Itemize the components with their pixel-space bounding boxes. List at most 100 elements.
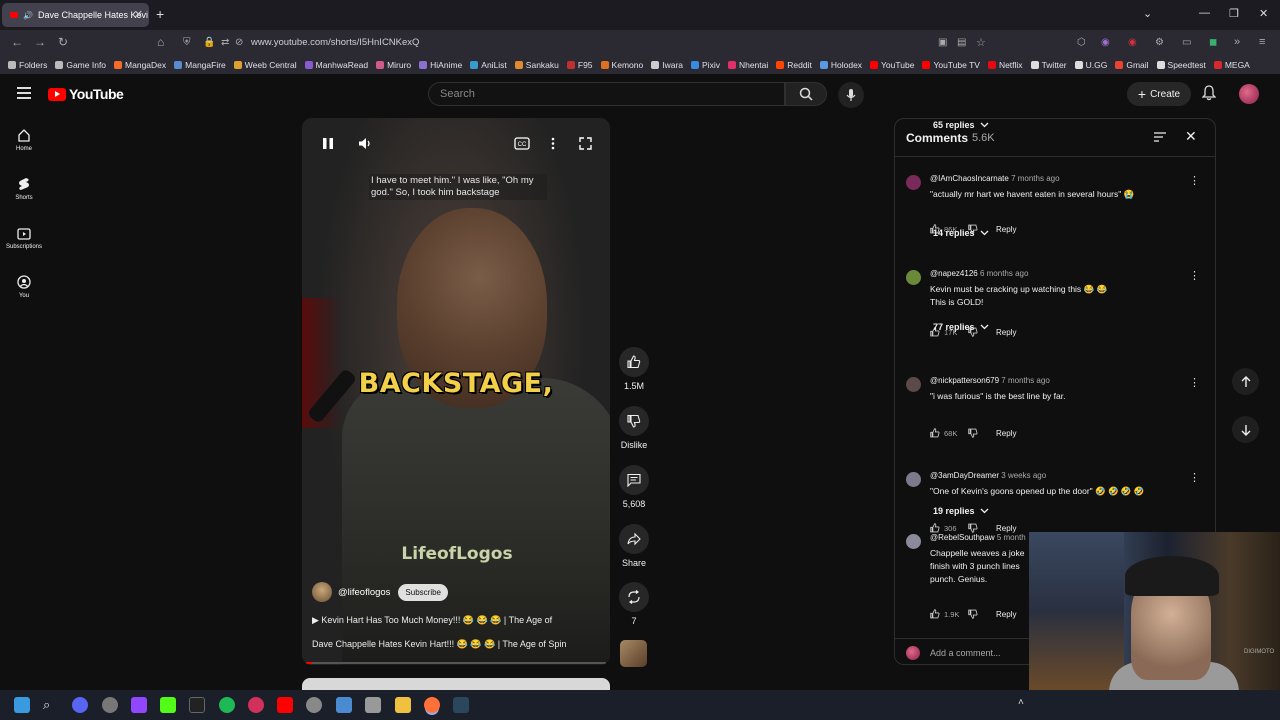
- search-button[interactable]: [785, 82, 827, 106]
- extension-2-icon[interactable]: ◉: [1128, 37, 1137, 48]
- bookmark-item[interactable]: YouTube TV: [922, 60, 980, 70]
- taskbar-app-icon[interactable]: [102, 697, 118, 713]
- file-explorer-icon[interactable]: [395, 697, 411, 713]
- bookmark-item[interactable]: HiAnime: [419, 60, 462, 70]
- share-button[interactable]: Share: [619, 524, 649, 568]
- bookmark-item[interactable]: U.GG: [1074, 60, 1107, 70]
- thumbs-up-icon[interactable]: [930, 609, 940, 619]
- dislike-button[interactable]: Dislike: [615, 406, 653, 450]
- taskbar-search-icon[interactable]: ⌕: [43, 697, 59, 713]
- reply-button[interactable]: Reply: [996, 328, 1016, 337]
- bookmark-item[interactable]: YouTube: [870, 60, 914, 70]
- taskbar-app-2-icon[interactable]: [248, 697, 264, 713]
- youtube-taskbar-icon[interactable]: [277, 697, 293, 713]
- bookmark-item[interactable]: Kemono: [600, 60, 643, 70]
- thumbs-up-icon[interactable]: [930, 523, 940, 533]
- forward-icon[interactable]: →: [34, 35, 46, 49]
- reply-button[interactable]: Reply: [996, 429, 1016, 438]
- add-comment-input[interactable]: Add a comment...: [930, 648, 1001, 658]
- bookmark-item[interactable]: Netflix: [987, 60, 1023, 70]
- start-icon[interactable]: [14, 697, 30, 713]
- firefox-icon[interactable]: [424, 697, 440, 713]
- video-title-line-2[interactable]: Dave Chappelle Hates Kevin Hart!!! 😂 😂 😂…: [312, 639, 566, 650]
- youtube-logo[interactable]: YouTube: [48, 86, 124, 102]
- reader-view-icon[interactable]: ▤: [957, 37, 966, 48]
- comment-author[interactable]: @nickpatterson679 7 months ago: [930, 376, 1050, 385]
- extension-1-icon[interactable]: ◉: [1101, 37, 1110, 48]
- discord-icon[interactable]: [72, 697, 88, 713]
- bookmark-item[interactable]: AniList: [470, 60, 507, 70]
- sound-thumbnail[interactable]: [620, 640, 647, 667]
- thumbs-up-icon[interactable]: [930, 428, 940, 438]
- bookmark-item[interactable]: F95: [566, 60, 593, 70]
- twitch-icon[interactable]: [131, 697, 147, 713]
- comment-author[interactable]: @napez4126 6 months ago: [930, 269, 1028, 278]
- shorts-video-player[interactable]: CC I have to meet him." I was like, "Oh …: [302, 118, 610, 665]
- comment-author[interactable]: @3amDayDreamer 3 weeks ago: [930, 471, 1046, 480]
- channel-name[interactable]: @lifeoflogos: [338, 587, 390, 598]
- bookmark-item[interactable]: Gmail: [1115, 60, 1149, 70]
- bookmark-item[interactable]: Twitter: [1030, 60, 1067, 70]
- create-button[interactable]: + Create: [1127, 82, 1191, 106]
- commenter-avatar[interactable]: [906, 472, 921, 487]
- close-tab-icon[interactable]: ✕: [134, 8, 143, 21]
- reply-button[interactable]: Reply: [996, 524, 1016, 533]
- next-short-preview[interactable]: [302, 678, 610, 690]
- reload-icon[interactable]: ↻: [58, 35, 68, 49]
- comment-more-icon[interactable]: ⋮: [1189, 269, 1200, 282]
- thumbs-down-icon[interactable]: [968, 609, 978, 619]
- view-replies-button[interactable]: 65 replies: [933, 120, 989, 130]
- video-progress-bar[interactable]: [306, 662, 606, 664]
- video-title-line-1[interactable]: ▶ Kevin Hart Has Too Much Money!!! 😂 😂 😂…: [312, 615, 552, 626]
- media-player-icon[interactable]: [306, 697, 322, 713]
- commenter-avatar[interactable]: [906, 377, 921, 392]
- more-options-icon[interactable]: [551, 137, 555, 155]
- subscribe-button[interactable]: Subscribe: [398, 583, 448, 601]
- spotify-icon[interactable]: [219, 697, 235, 713]
- fullscreen-icon[interactable]: [579, 137, 592, 155]
- permissions-icon[interactable]: ⇄: [221, 37, 229, 48]
- overflow-chevron-icon[interactable]: »: [1234, 36, 1240, 48]
- browser-tab[interactable]: 🔊 Dave Chappelle Hates Kevi ✕: [2, 3, 149, 27]
- bookmark-item[interactable]: Holodex: [819, 60, 862, 70]
- like-button[interactable]: 1.5M: [619, 347, 649, 391]
- maximize-button[interactable]: ❐: [1229, 7, 1239, 20]
- remix-button[interactable]: 7: [619, 582, 649, 626]
- comment-author[interactable]: @IAmChaosIncarnate 7 months ago: [930, 174, 1060, 183]
- shield-icon[interactable]: ⛨: [183, 37, 191, 48]
- extension-5-icon[interactable]: ◼: [1209, 37, 1217, 48]
- bookmark-item[interactable]: Game Info: [55, 60, 106, 70]
- pause-icon[interactable]: [322, 137, 334, 155]
- minimize-button[interactable]: —: [1199, 7, 1210, 19]
- view-replies-button[interactable]: 14 replies: [933, 228, 989, 238]
- volume-icon[interactable]: [358, 137, 372, 155]
- view-replies-button[interactable]: 77 replies: [933, 322, 989, 332]
- bookmark-item[interactable]: Sankaku: [514, 60, 559, 70]
- nav-you[interactable]: You: [0, 275, 48, 299]
- lock-icon[interactable]: 🔒: [203, 37, 215, 48]
- view-replies-button[interactable]: 19 replies: [933, 506, 989, 516]
- notifications-bell-icon[interactable]: [1201, 85, 1217, 106]
- bookmark-item[interactable]: Weeb Central: [233, 60, 297, 70]
- bookmark-star-icon[interactable]: ☆: [976, 36, 986, 49]
- channel-avatar[interactable]: [312, 582, 332, 602]
- account-avatar[interactable]: [1239, 84, 1259, 104]
- extension-3-icon[interactable]: ⚙: [1155, 37, 1164, 48]
- screenshot-icon[interactable]: ▣: [938, 37, 947, 48]
- tab-list-icon[interactable]: ⌄: [1143, 7, 1152, 20]
- bookmark-item[interactable]: Folders: [8, 60, 47, 70]
- nav-home[interactable]: Home: [0, 128, 48, 152]
- search-input[interactable]: Search: [428, 82, 785, 106]
- bookmark-item[interactable]: MEGA: [1213, 60, 1250, 70]
- steam-icon[interactable]: [453, 697, 469, 713]
- thumbs-down-icon[interactable]: [968, 523, 978, 533]
- new-tab-button[interactable]: +: [156, 6, 164, 22]
- bookmark-item[interactable]: Speedtest: [1156, 60, 1206, 70]
- close-comments-icon[interactable]: ✕: [1185, 128, 1197, 145]
- autoplay-icon[interactable]: ⊘: [235, 37, 243, 48]
- url-bar[interactable]: www.youtube.com/shorts/I5HnICNKexQ: [251, 37, 419, 48]
- security-icon[interactable]: [365, 697, 381, 713]
- menu-icon[interactable]: [17, 87, 31, 99]
- thumbs-down-icon[interactable]: [968, 428, 978, 438]
- extensions-icon[interactable]: ⬡: [1077, 37, 1086, 48]
